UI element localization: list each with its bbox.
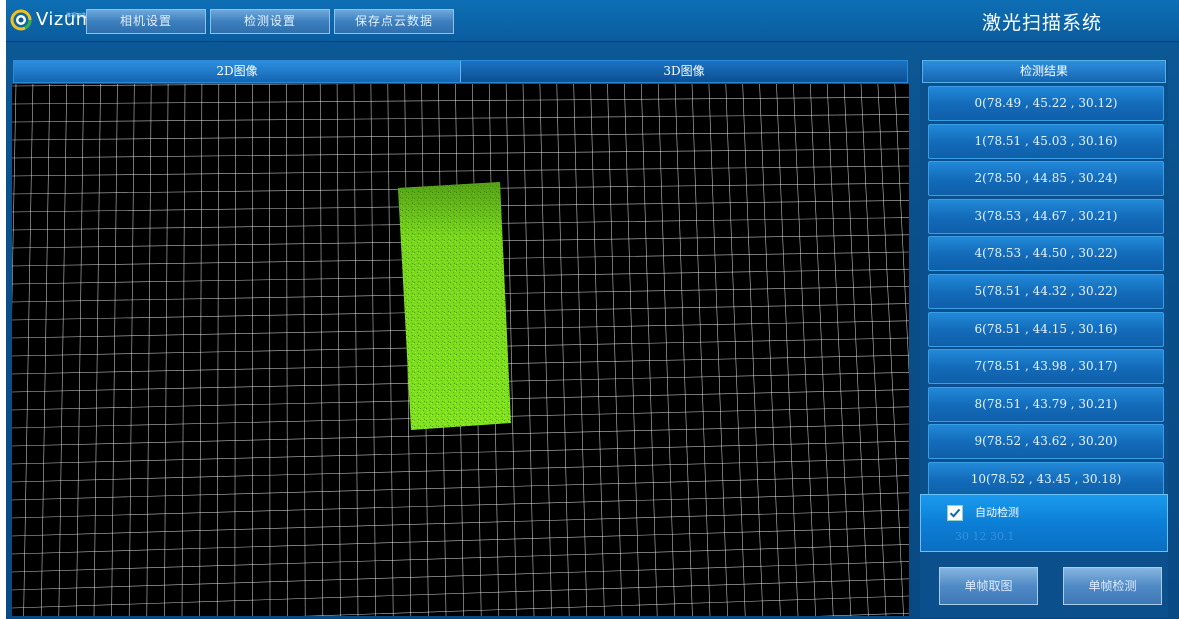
result-row[interactable]: 0(78.49 , 45.22 , 30.12): [928, 86, 1164, 121]
result-row[interactable]: 6(78.51 , 44.15 , 30.16): [928, 311, 1164, 347]
tab-3d-image[interactable]: 3D图像: [460, 61, 907, 82]
point-cloud-top-shade: [398, 182, 511, 430]
app-window: Vizum 维视智造 相机设置 检测设置 保存点云数据 激光扫描系统 2D图像 …: [6, 0, 1179, 619]
tab-2d-image[interactable]: 2D图像: [14, 61, 460, 82]
camera-settings-button[interactable]: 相机设置: [86, 9, 206, 34]
result-row[interactable]: 2(78.50 , 44.85 , 30.24): [928, 161, 1164, 197]
app-title: 激光扫描系统: [981, 12, 1102, 34]
result-row[interactable]: 7(78.51 , 43.98 , 30.17): [928, 349, 1164, 385]
view-tabs: 2D图像 3D图像: [13, 60, 908, 83]
auto-detect-box: 自动检测 30 12 30.1: [920, 494, 1168, 552]
auto-detect-faint-text: 30 12 30.1: [955, 530, 1015, 543]
vizum-logo: Vizum 维视智造: [10, 8, 94, 32]
checkmark-icon: [949, 508, 961, 518]
auto-detect-label: 自动检测: [975, 506, 1019, 519]
detection-settings-button[interactable]: 检测设置: [210, 9, 330, 34]
save-point-cloud-button[interactable]: 保存点云数据: [334, 9, 454, 34]
vizum-logo-icon: [10, 9, 32, 31]
result-row[interactable]: 5(78.51 , 44.32 , 30.22): [928, 273, 1164, 309]
single-frame-capture-button[interactable]: 单帧取图: [939, 567, 1038, 605]
title-bar: Vizum 维视智造 相机设置 检测设置 保存点云数据 激光扫描系统: [6, 0, 1179, 42]
results-panel: 检测结果 0(78.49 , 45.22 , 30.12) 1(78.51 , …: [920, 60, 1168, 617]
point-cloud: [398, 182, 511, 430]
result-row[interactable]: 1(78.51 , 45.03 , 30.16): [928, 123, 1164, 159]
results-header: 检测结果: [922, 60, 1166, 83]
result-row[interactable]: 10(78.52 , 43.45 , 30.18): [928, 461, 1164, 497]
results-list: 0(78.49 , 45.22 , 30.12) 1(78.51 , 45.03…: [928, 86, 1164, 500]
result-row[interactable]: 4(78.53 , 44.50 , 30.22): [928, 236, 1164, 272]
result-row[interactable]: 3(78.53 , 44.67 , 30.21): [928, 198, 1164, 234]
result-row[interactable]: 8(78.51 , 43.79 , 30.21): [928, 386, 1164, 422]
result-row[interactable]: 9(78.52 , 43.62 , 30.20): [928, 424, 1164, 460]
single-frame-detect-button[interactable]: 单帧检测: [1063, 567, 1162, 605]
3d-point-cloud-viewport[interactable]: [12, 84, 909, 616]
auto-detect-checkbox[interactable]: [947, 505, 963, 521]
logo-subtext: 维视智造: [66, 13, 87, 19]
